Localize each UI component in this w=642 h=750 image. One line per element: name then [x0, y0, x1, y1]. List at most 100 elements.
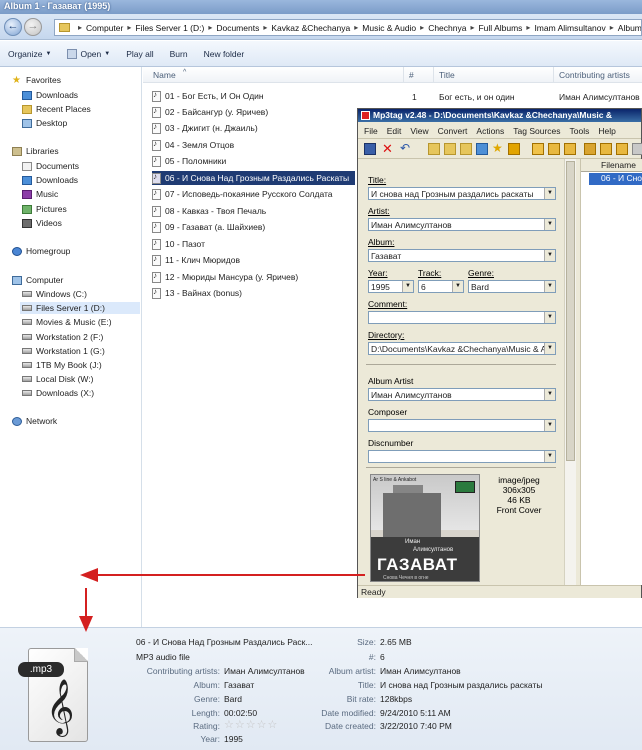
change-directory-icon[interactable] — [444, 143, 456, 155]
organize-button[interactable]: Organize ▼ — [8, 49, 51, 59]
remove-tag-icon[interactable]: ✕ — [382, 142, 394, 155]
crumb-chechnya[interactable]: Chechnya — [428, 23, 466, 33]
file-row[interactable]: 10 - Пазот — [152, 237, 205, 251]
lock-icon[interactable] — [532, 143, 544, 155]
nav-drive-x[interactable]: Downloads (X:) — [22, 388, 94, 398]
col-number[interactable]: # — [409, 70, 414, 80]
nav-drive-j[interactable]: 1TB My Book (J:) — [22, 360, 102, 370]
burn-button[interactable]: Burn — [170, 49, 188, 59]
breadcrumb[interactable]: ▸ Computer ▸ Files Server 1 (D:) ▸ Documen… — [54, 19, 642, 36]
crumb-album[interactable]: Album 1 - Газават (1995) — [618, 23, 641, 33]
composer-field[interactable]: ▼ — [368, 419, 556, 432]
album-field[interactable]: Газават ▼ — [368, 249, 556, 262]
nav-drive-f[interactable]: Workstation 2 (F:) — [22, 332, 103, 342]
nav-documents[interactable]: Documents — [22, 161, 79, 171]
chevron-down-icon[interactable]: ▼ — [544, 451, 555, 462]
open-button[interactable]: Open ▼ — [67, 48, 110, 59]
details-number[interactable]: 6 — [380, 652, 385, 662]
col-title[interactable]: Title — [439, 70, 455, 80]
star-icon[interactable]: ☆ — [257, 719, 267, 731]
file-row[interactable]: 05 - Поломники — [152, 154, 226, 168]
details-album[interactable]: Газават — [224, 680, 254, 690]
forward-button[interactable]: → — [24, 18, 42, 36]
scrollbar-thumb[interactable] — [566, 161, 575, 461]
nav-music[interactable]: Music — [22, 189, 58, 199]
menu-view[interactable]: View — [410, 126, 428, 136]
details-title[interactable]: И снова над Грозным раздались раскаты — [380, 680, 542, 690]
nav-lib-downloads[interactable]: Downloads — [22, 175, 78, 185]
nav-recent-places[interactable]: Recent Places — [22, 104, 91, 114]
play-all-button[interactable]: Play all — [126, 49, 153, 59]
nav-videos[interactable]: Videos — [22, 218, 62, 228]
menu-convert[interactable]: Convert — [438, 126, 468, 136]
file-row[interactable]: 04 - Земля Отцов — [152, 138, 234, 152]
track-field[interactable]: 6 ▼ — [418, 280, 464, 293]
nav-network[interactable]: Network — [12, 416, 57, 426]
file-row[interactable]: 01 - Бог Есть, И Он Один — [152, 89, 264, 103]
star-icon[interactable]: ☆ — [268, 719, 278, 731]
nav-pictures[interactable]: Pictures — [22, 204, 67, 214]
window-title-bar[interactable]: Album 1 - Газават (1995) — [0, 0, 642, 14]
chevron-down-icon[interactable]: ▼ — [544, 343, 555, 354]
nav-desktop[interactable]: Desktop — [22, 118, 67, 128]
tag-tag-icon[interactable] — [584, 143, 596, 155]
tag-filename-icon[interactable] — [564, 143, 576, 155]
star-icon[interactable]: ☆ — [224, 719, 234, 731]
genre-field[interactable]: Bard ▼ — [468, 280, 556, 293]
cover-art-image[interactable]: Аг S line & Ankabot Иман Алимсултанов ГА… — [370, 474, 480, 582]
file-row[interactable]: 11 - Клич Мюридов — [152, 253, 240, 267]
chevron-down-icon[interactable]: ▼ — [544, 420, 555, 431]
chevron-down-icon[interactable]: ▼ — [544, 281, 555, 292]
discnumber-field[interactable]: ▼ — [368, 450, 556, 463]
new-folder-button[interactable]: New folder — [204, 49, 245, 59]
file-row[interactable]: 03 - Джигит (н. Джаиль) — [152, 121, 258, 135]
back-button[interactable]: ← — [4, 18, 22, 36]
menu-help[interactable]: Help — [598, 126, 615, 136]
chevron-down-icon[interactable]: ▼ — [544, 312, 555, 323]
directory-field[interactable]: D:\Documents\Kavkaz &Chechanya\Music & A… — [368, 342, 556, 355]
nav-libraries[interactable]: Libraries — [12, 146, 59, 156]
menu-tag-sources[interactable]: Tag Sources — [513, 126, 560, 136]
tag-panel-scrollbar[interactable] — [564, 159, 576, 589]
open-folder-icon[interactable] — [460, 143, 472, 155]
nav-computer[interactable]: Computer — [12, 275, 63, 285]
rating-stars[interactable]: ☆☆☆☆☆ — [224, 718, 278, 731]
col-name[interactable]: Name — [153, 70, 176, 80]
menu-tools[interactable]: Tools — [570, 126, 590, 136]
nav-drive-d[interactable]: Files Server 1 (D:) — [20, 302, 140, 314]
file-row[interactable]: 07 - Исповедь-покаяние Русского Солдата — [152, 187, 333, 201]
album-artist-field[interactable]: Иман Алимсултанов ▼ — [368, 388, 556, 401]
undo-icon[interactable]: ↶ — [400, 142, 412, 155]
chevron-down-icon[interactable]: ▼ — [544, 219, 555, 230]
details-album-artist[interactable]: Иман Алимсултанов — [380, 666, 461, 676]
crumb-full-albums[interactable]: Full Albums — [478, 23, 522, 33]
star-icon[interactable]: ★ — [492, 142, 504, 155]
nav-drive-w[interactable]: Local Disk (W:) — [22, 374, 93, 384]
crumb-music-audio[interactable]: Music & Audio — [362, 23, 416, 33]
menu-actions[interactable]: Actions — [476, 126, 504, 136]
mp3tag-title-bar[interactable]: Mp3tag v2.48 - D:\Documents\Kavkaz &Chec… — [358, 109, 641, 122]
chevron-down-icon[interactable]: ▼ — [452, 281, 463, 292]
nav-drive-c[interactable]: Windows (C:) — [22, 289, 87, 299]
details-year[interactable]: 1995 — [224, 734, 243, 744]
chevron-down-icon[interactable]: ▼ — [402, 281, 413, 292]
save-icon[interactable] — [364, 143, 376, 155]
more-icon[interactable] — [632, 143, 642, 155]
nav-drive-e[interactable]: Movies & Music (E:) — [22, 317, 112, 327]
tag-file-icon[interactable] — [508, 143, 520, 155]
file-row[interactable]: 12 - Мюриды Мансура (у. Яричев) — [152, 270, 298, 284]
export-icon[interactable] — [616, 143, 628, 155]
crumb-drive[interactable]: Files Server 1 (D:) — [135, 23, 204, 33]
filename-column-header[interactable]: Filename — [581, 159, 642, 172]
text-file-icon[interactable] — [600, 143, 612, 155]
chevron-down-icon[interactable]: ▼ — [544, 250, 555, 261]
file-row[interactable]: 09 - Газават (а. Шайхиев) — [152, 220, 265, 234]
menu-edit[interactable]: Edit — [387, 126, 402, 136]
file-row[interactable]: 13 - Вайнах (bonus) — [152, 286, 242, 300]
nav-drive-g[interactable]: Workstation 1 (G:) — [22, 346, 105, 356]
chevron-down-icon[interactable]: ▼ — [544, 389, 555, 400]
add-directory-icon[interactable] — [428, 143, 440, 155]
file-row[interactable]: 02 - Байсангур (у. Яричев) — [152, 105, 268, 119]
file-list-row-selected[interactable]: 06 - И Сно — [589, 173, 642, 185]
details-contributing-artists[interactable]: Иман Алимсултанов — [224, 666, 305, 676]
